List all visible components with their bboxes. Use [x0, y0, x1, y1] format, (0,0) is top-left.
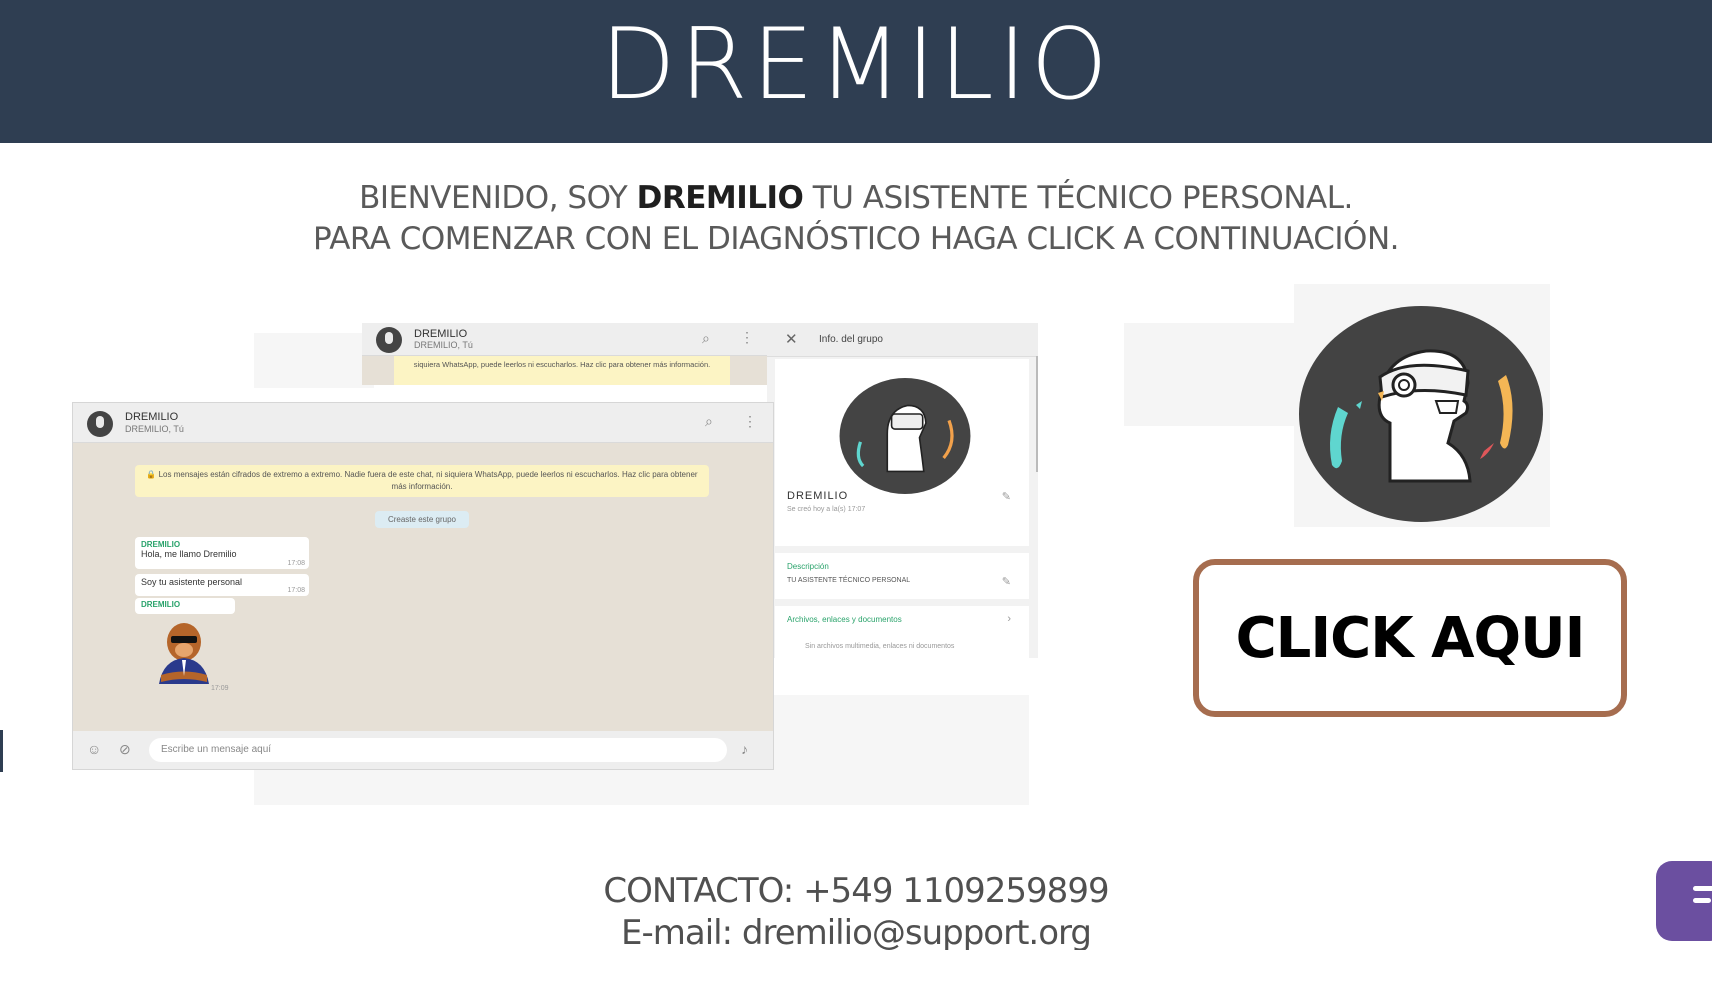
group-created-text: Se creó hoy a la(s) 17:07	[787, 506, 866, 513]
message-bubble: Soy tu asistente personal 17:08	[135, 574, 309, 596]
welcome-line-2: PARA COMENZAR CON EL DIAGNÓSTICO HAGA CL…	[312, 221, 1400, 257]
group-info-header: ✕ Info. del grupo	[767, 323, 1038, 357]
message-time: 17:08	[287, 560, 305, 567]
chat-widget-button[interactable]	[1656, 861, 1712, 941]
avatar	[87, 411, 113, 437]
welcome-line-1: BIENVENIDO, SOY DREMILIO TU ASISTENTE TÉ…	[0, 178, 1712, 219]
files-card: Archivos, enlaces y documentos › Sin arc…	[775, 606, 1029, 658]
edit-description-icon: ✎	[1001, 576, 1011, 588]
contact-phone: CONTACTO: +549 1109259899	[603, 871, 1109, 911]
description-text: TU ASISTENTE TÉCNICO PERSONAL	[787, 577, 911, 584]
chat-name: DREMILIO	[125, 411, 179, 423]
attach-icon: ⊘	[119, 741, 131, 757]
group-created-badge: Creaste este grupo	[375, 511, 469, 528]
site-title: DREMILIO	[600, 8, 1112, 122]
click-here-button[interactable]: CLICK AQUI	[1193, 559, 1627, 717]
encryption-notice: siquiera WhatsApp, puede leerlos ni escu…	[394, 356, 730, 385]
chat-header: DREMILIO DREMILIO, Tú ⌕ ⋮	[73, 403, 773, 443]
collage-background	[254, 333, 374, 388]
avatar	[376, 327, 402, 353]
welcome-message: BIENVENIDO, SOY DREMILIO TU ASISTENTE TÉ…	[0, 178, 1712, 260]
welcome-brand-name: DREMILIO	[636, 180, 804, 216]
chat-header: DREMILIO DREMILIO, Tú ⌕ ⋮	[362, 323, 767, 356]
message-input: Escribe un mensaje aquí	[149, 738, 727, 762]
whatsapp-screenshot-main: DREMILIO DREMILIO, Tú ⌕ ⋮ 🔒 Los mensajes…	[72, 402, 774, 770]
description-card: Descripción TU ASISTENTE TÉCNICO PERSONA…	[775, 553, 1029, 599]
menu-dots-icon: ⋮	[740, 329, 754, 345]
dremilio-robot-logo	[1299, 306, 1543, 522]
message-text: Soy tu asistente personal	[141, 577, 243, 587]
welcome-line-1-suffix: TU ASISTENTE TÉCNICO PERSONAL.	[803, 180, 1354, 216]
chat-widget-line	[1693, 886, 1712, 891]
contact-info: CONTACTO: +549 1109259899 E-mail: dremil…	[0, 870, 1712, 954]
files-empty-text: Sin archivos multimedia, enlaces ni docu…	[805, 643, 955, 650]
emoji-icon: ☺	[87, 741, 102, 757]
encryption-notice: 🔒 Los mensajes están cifrados de extremo…	[135, 465, 709, 497]
group-name: DREMILIO	[787, 490, 849, 502]
message-sender: DREMILIO	[141, 600, 181, 609]
chat-subtitle: DREMILIO, Tú	[414, 340, 473, 350]
description-label: Descripción	[787, 562, 829, 571]
left-edge-accent	[0, 730, 3, 772]
gorilla-sticker-image	[159, 623, 209, 684]
files-label: Archivos, enlaces y documentos	[787, 615, 902, 624]
message-bubble: DREMILIO	[135, 598, 235, 614]
chevron-right-icon: ›	[1007, 613, 1011, 625]
whatsapp-screenshot-back: DREMILIO DREMILIO, Tú ⌕ ⋮ siquiera Whats…	[362, 323, 767, 385]
chat-widget-line	[1693, 898, 1711, 903]
panel-scrollbar	[1036, 356, 1038, 472]
welcome-line-1-prefix: BIENVENIDO, SOY	[359, 180, 637, 216]
search-icon: ⌕	[702, 330, 710, 346]
group-avatar-logo	[839, 378, 971, 494]
message-bubble: DREMILIO Hola, me llamo Dremilio 17:08	[135, 537, 309, 569]
edit-name-icon: ✎	[1001, 491, 1011, 503]
microphone-icon: ♪	[741, 741, 748, 757]
message-time: 17:08	[287, 587, 305, 594]
logo-background	[1124, 323, 1296, 426]
contact-email: E-mail: dremilio@support.org	[621, 913, 1092, 953]
group-profile-card: DREMILIO Se creó hoy a la(s) 17:07 ✎	[775, 359, 1029, 546]
menu-dots-icon: ⋮	[743, 413, 757, 429]
chat-subtitle: DREMILIO, Tú	[125, 424, 184, 434]
chat-name: DREMILIO	[414, 328, 468, 340]
chat-composer: ☺ ⊘ Escribe un mensaje aquí ♪	[73, 731, 773, 769]
message-sender: DREMILIO	[141, 540, 181, 549]
search-icon: ⌕	[705, 413, 713, 429]
group-info-title: Info. del grupo	[819, 334, 883, 345]
message-text: Hola, me llamo Dremilio	[141, 549, 237, 559]
close-icon: ✕	[785, 331, 798, 348]
footer-mask	[0, 950, 1712, 992]
group-info-panel: ✕ Info. del grupo DREMILIO Se creó hoy a…	[767, 323, 1038, 658]
